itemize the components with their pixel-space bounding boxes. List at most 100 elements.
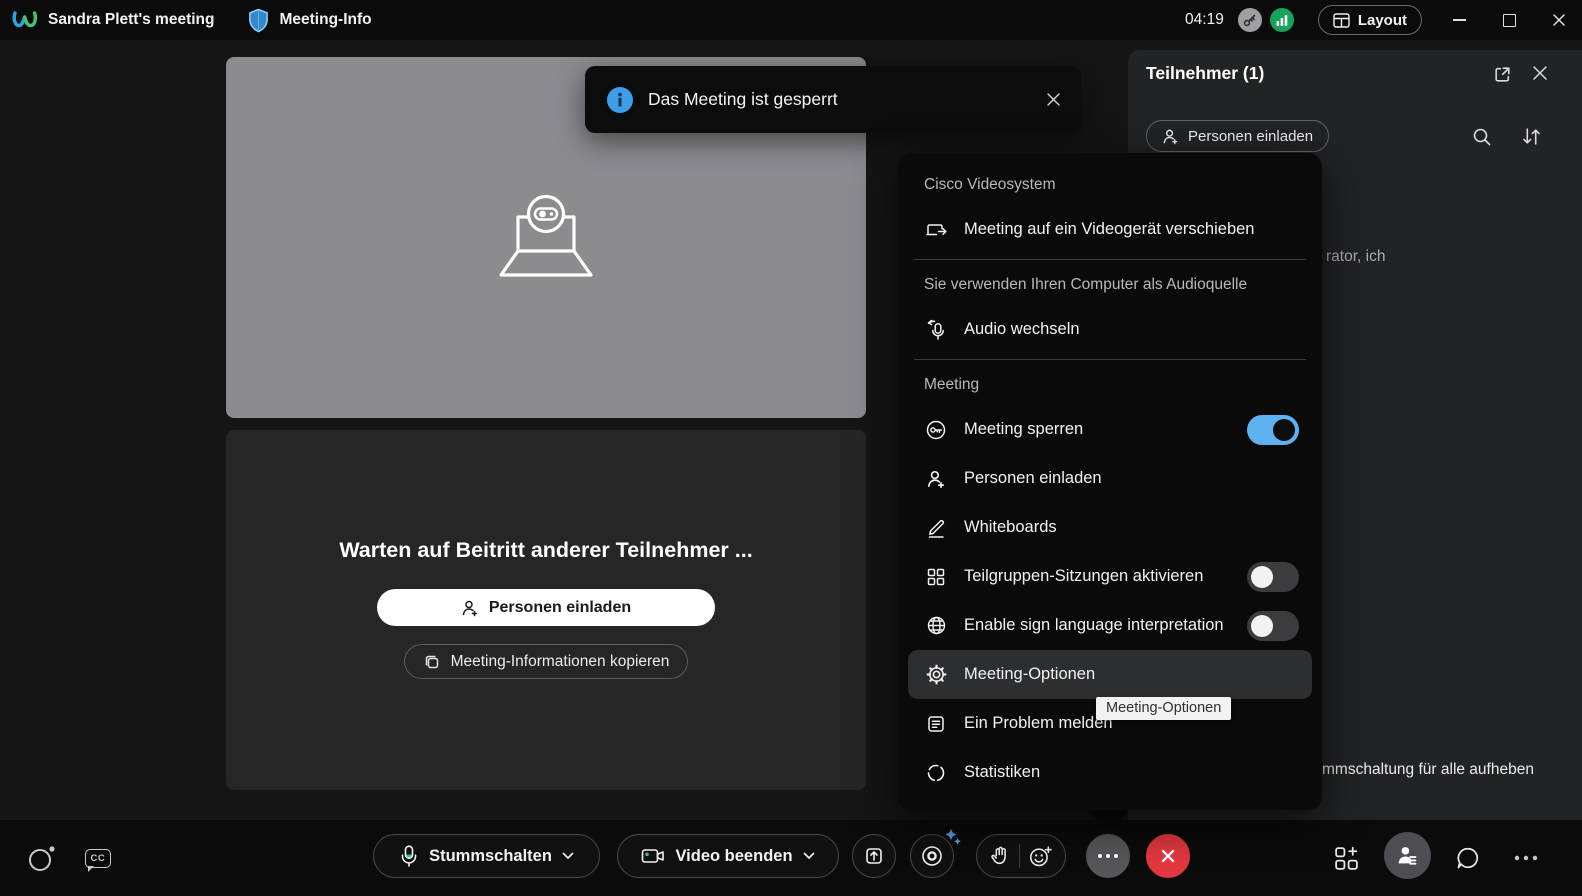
move-to-video-device-icon [924, 220, 948, 240]
switch-audio-icon [924, 319, 948, 341]
menu-item-invite-people[interactable]: Personen einladen [898, 454, 1322, 503]
stop-video-button-label: Video beenden [675, 847, 792, 866]
statistics-icon [924, 763, 948, 783]
copy-meeting-info-button[interactable]: Meeting-Informationen kopieren [404, 644, 689, 679]
menu-section-header: Sie verwenden Ihren Computer als Audioqu… [898, 265, 1322, 305]
closed-captions-label: CC [85, 849, 111, 868]
person-add-icon [461, 599, 479, 617]
breakout-grid-icon [924, 567, 948, 587]
report-problem-icon [924, 714, 948, 734]
participants-button-active[interactable] [1384, 832, 1431, 879]
microphone-icon [399, 845, 419, 867]
globe-icon [924, 615, 948, 636]
meeting-title: Sandra Plett's meeting [48, 11, 214, 29]
toast-close-icon[interactable] [1046, 92, 1061, 107]
menu-divider [914, 259, 1306, 260]
close-panel-icon[interactable] [1532, 65, 1548, 86]
apps-icon[interactable] [1333, 820, 1360, 896]
control-bar: CC Stummschalten [0, 820, 1582, 896]
gear-icon [924, 664, 948, 685]
sign-language-toggle[interactable] [1247, 611, 1299, 641]
leave-meeting-button[interactable] [1146, 834, 1190, 878]
mute-button-label: Stummschalten [429, 847, 552, 866]
layout-grid-icon [1333, 13, 1350, 28]
menu-item-meeting-options[interactable]: Meeting-Optionen [908, 650, 1312, 699]
menu-item-label: Teilgruppen-Sitzungen aktivieren [964, 567, 1203, 586]
meeting-info-tab[interactable]: Meeting-Info [279, 11, 371, 29]
info-icon [607, 87, 633, 113]
menu-item-label: Audio wechseln [964, 320, 1080, 339]
share-screen-button[interactable] [852, 834, 896, 878]
waiting-title: Warten auf Beitritt anderer Teilnehmer .… [339, 538, 752, 563]
toast-message: Das Meeting ist gesperrt [648, 89, 838, 110]
record-indicator-icon[interactable] [26, 820, 56, 896]
menu-item-label: Statistiken [964, 763, 1040, 782]
menu-item-whiteboards[interactable]: Whiteboards [898, 503, 1322, 552]
menu-item-label: Whiteboards [964, 518, 1057, 537]
lock-meeting-icon [924, 419, 948, 441]
layout-button[interactable]: Layout [1318, 5, 1422, 35]
menu-item-label: Meeting-Optionen [964, 665, 1095, 684]
chevron-down-icon[interactable] [562, 852, 574, 860]
invite-people-button[interactable]: Personen einladen [377, 589, 715, 626]
raise-hand-icon[interactable] [989, 846, 1019, 867]
copy-icon [423, 653, 441, 671]
menu-item-switch-audio[interactable]: Audio wechseln [898, 305, 1322, 354]
menu-section-header: Cisco Videosystem [898, 165, 1322, 205]
network-quality-badge-icon[interactable] [1270, 8, 1294, 32]
minimize-button[interactable] [1444, 5, 1474, 35]
menu-item-label: Ein Problem melden [964, 714, 1113, 733]
menu-item-label: Meeting sperren [964, 420, 1083, 439]
copy-meeting-info-label: Meeting-Informationen kopieren [451, 653, 670, 671]
share-screen-icon [863, 845, 885, 867]
menu-item-label: Meeting auf ein Videogerät verschieben [964, 220, 1254, 239]
mute-button[interactable]: Stummschalten [373, 834, 600, 878]
titlebar: Sandra Plett's meeting Meeting-Info 04:1… [0, 0, 1582, 40]
shield-icon [248, 8, 269, 33]
menu-item-lock-meeting[interactable]: Meeting sperren [898, 405, 1322, 454]
menu-item-breakout-sessions[interactable]: Teilgruppen-Sitzungen aktivieren [898, 552, 1322, 601]
menu-item-label: Enable sign language interpretation [964, 616, 1224, 635]
menu-item-sign-language[interactable]: Enable sign language interpretation [898, 601, 1322, 650]
sort-participants-icon[interactable] [1521, 127, 1542, 151]
record-button[interactable] [910, 834, 954, 878]
menu-item-statistics[interactable]: Statistiken [898, 748, 1322, 797]
breakout-sessions-toggle[interactable] [1247, 562, 1299, 592]
webex-meeting-window: Sandra Plett's meeting Meeting-Info 04:1… [0, 0, 1582, 896]
menu-item-move-to-video-device[interactable]: Meeting auf ein Videogerät verschieben [898, 205, 1322, 254]
whiteboard-pen-icon [924, 518, 948, 538]
maximize-button[interactable] [1494, 5, 1524, 35]
chevron-down-icon[interactable] [803, 852, 815, 860]
more-panels-icon[interactable] [1514, 820, 1538, 896]
camera-placeholder-icon [488, 187, 604, 288]
meeting-timer: 04:19 [1185, 11, 1224, 29]
menu-divider [914, 359, 1306, 360]
popout-panel-icon[interactable] [1493, 65, 1512, 89]
reactions-group [976, 834, 1066, 878]
closed-captions-icon[interactable]: CC [85, 820, 111, 896]
unmute-all-button[interactable]: mmschaltung für alle aufheben [1322, 761, 1534, 779]
participants-panel-title: Teilnehmer (1) [1146, 63, 1264, 84]
webex-logo-icon [12, 9, 38, 31]
lock-meeting-toggle[interactable] [1247, 415, 1299, 445]
panel-invite-people-button[interactable]: Personen einladen [1146, 120, 1329, 152]
panel-invite-people-label: Personen einladen [1188, 128, 1313, 145]
ai-sparkles-icon [938, 828, 962, 855]
search-participants-icon[interactable] [1472, 127, 1492, 152]
menu-item-label: Personen einladen [964, 469, 1102, 488]
meeting-locked-toast: Das Meeting ist gesperrt [585, 66, 1081, 133]
invite-people-label: Personen einladen [489, 599, 631, 617]
stop-video-button[interactable]: Video beenden [617, 834, 839, 878]
waiting-card: Warten auf Beitritt anderer Teilnehmer .… [226, 430, 866, 790]
close-window-button[interactable] [1544, 5, 1574, 35]
chat-icon[interactable] [1455, 820, 1481, 896]
participant-role-text: rator, ich [1326, 248, 1385, 266]
lock-key-badge-icon[interactable] [1238, 8, 1262, 32]
person-add-icon [924, 469, 948, 489]
person-add-icon [1162, 128, 1179, 145]
more-options-button[interactable] [1086, 834, 1130, 878]
menu-section-header: Meeting [898, 365, 1322, 405]
reactions-icon[interactable] [1020, 846, 1054, 867]
layout-button-label: Layout [1358, 12, 1407, 29]
camera-icon [641, 847, 665, 865]
